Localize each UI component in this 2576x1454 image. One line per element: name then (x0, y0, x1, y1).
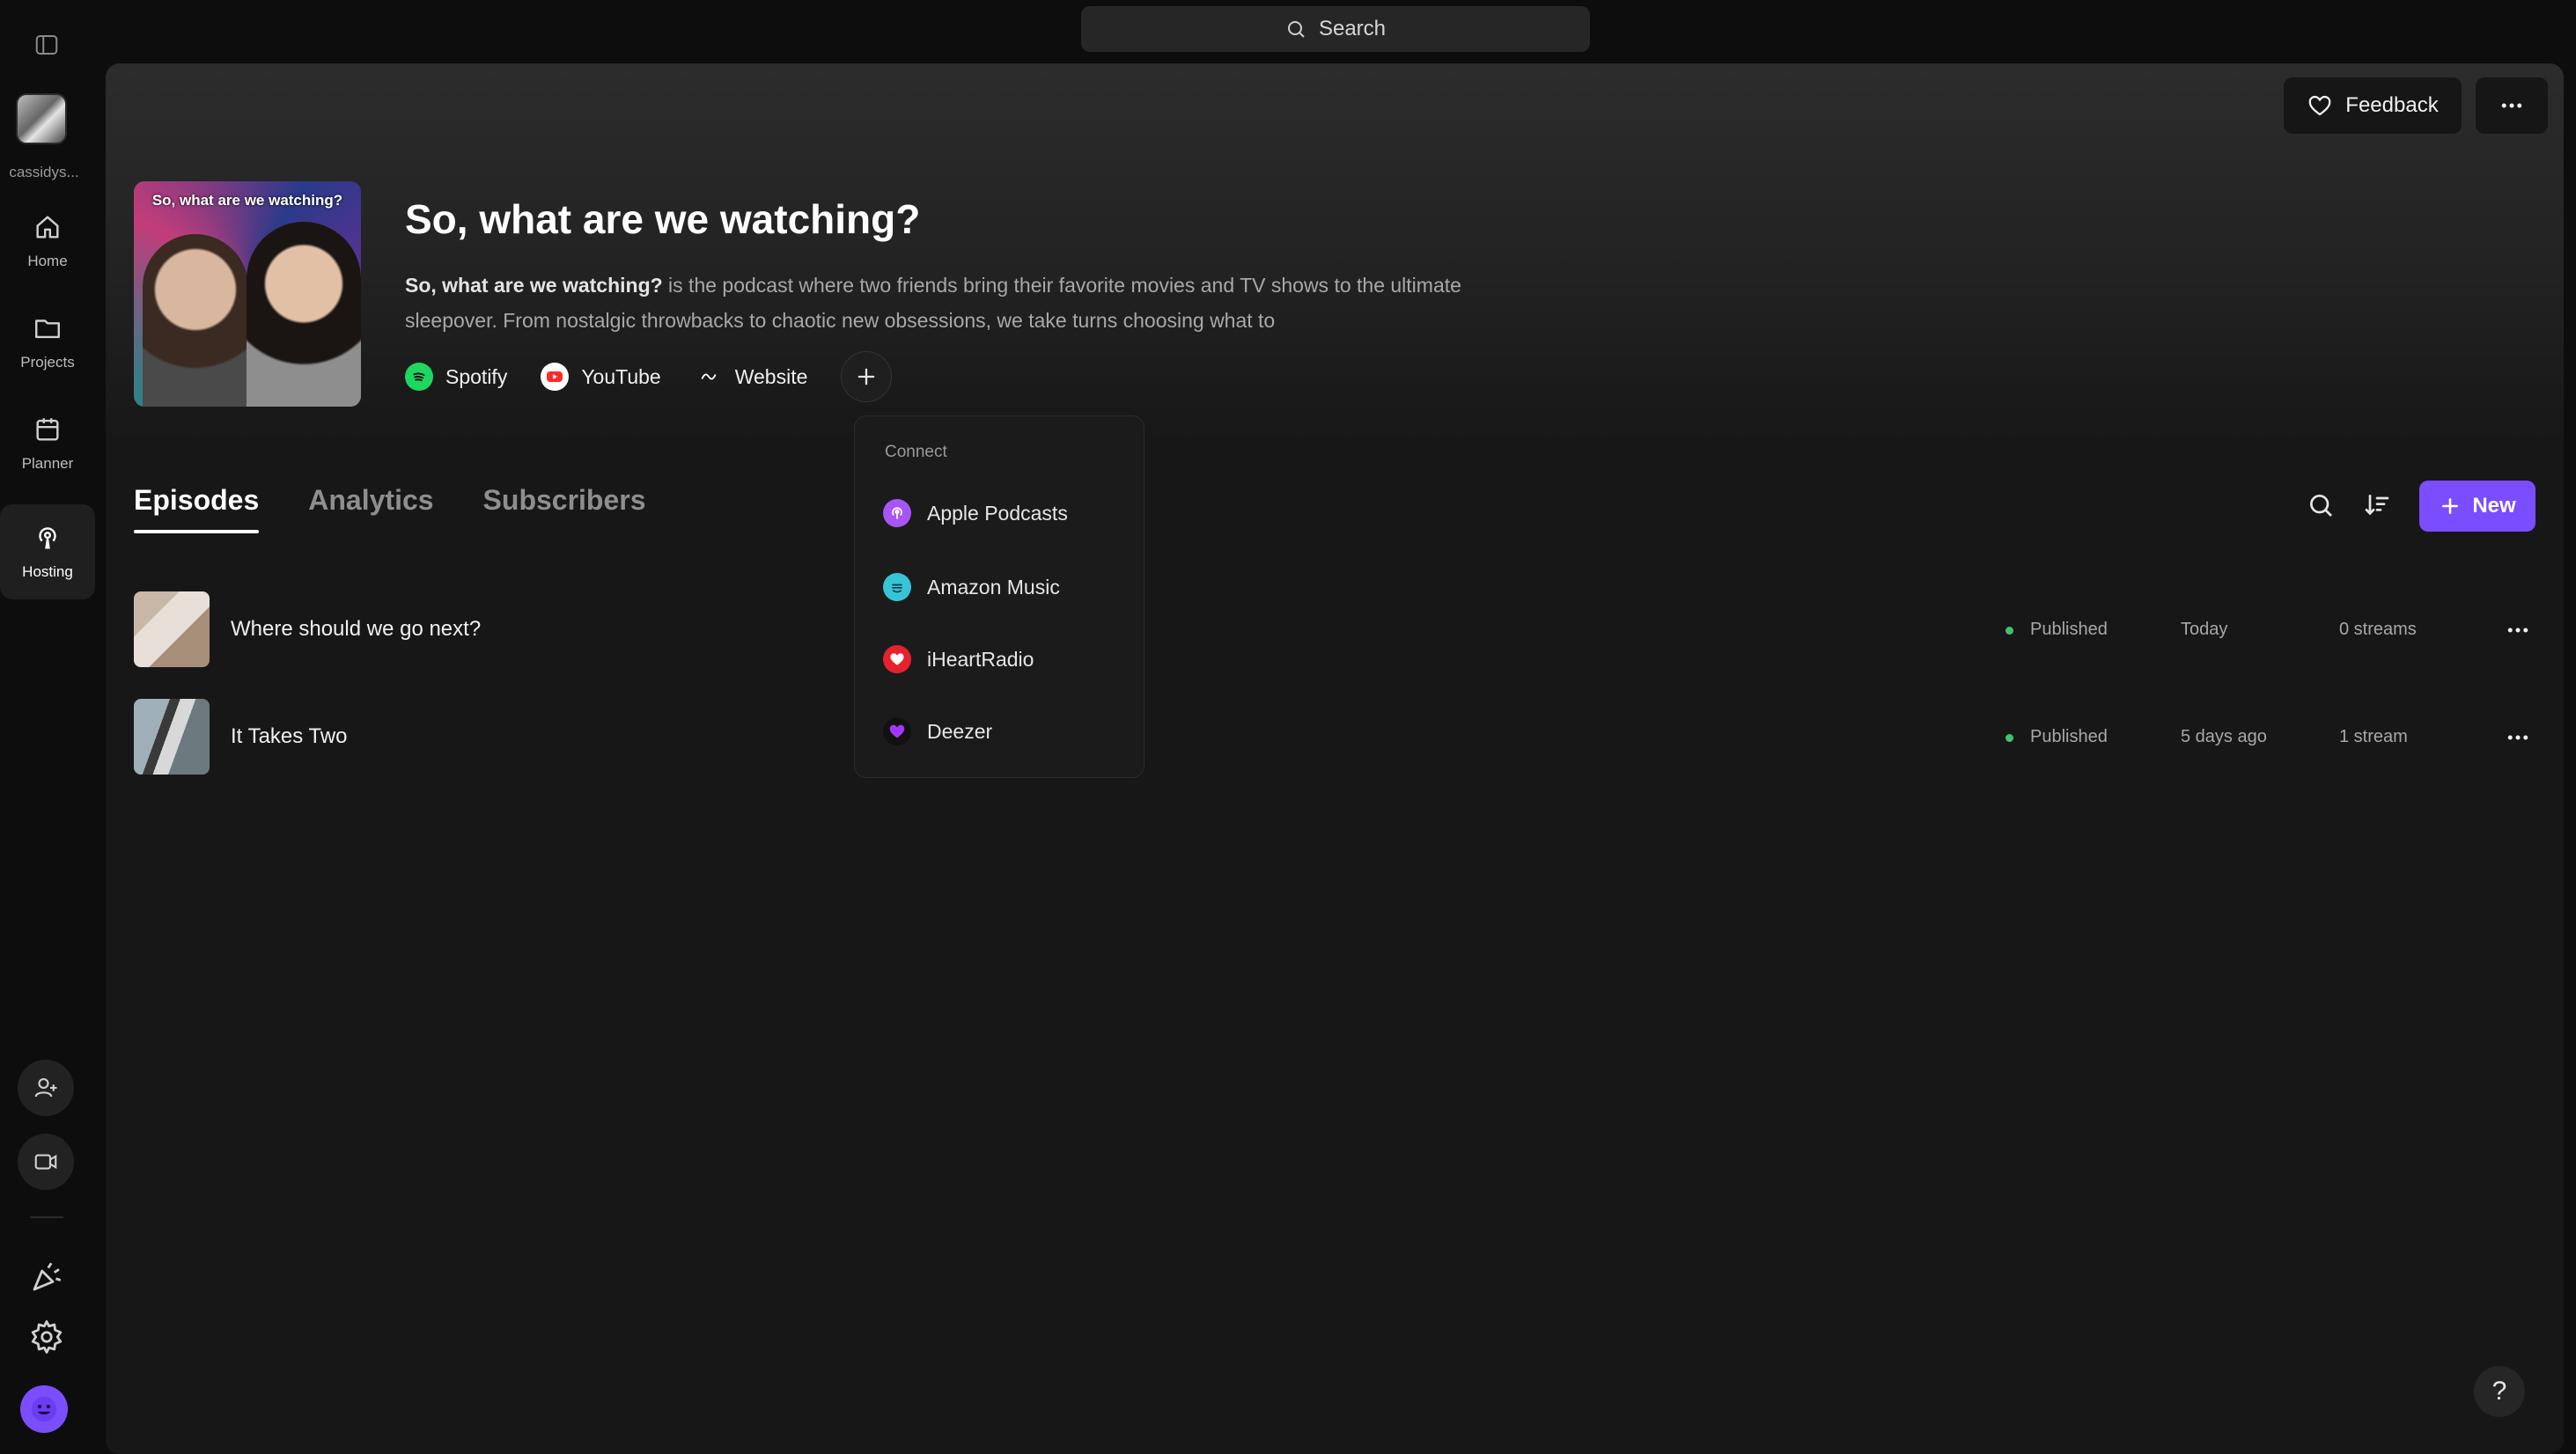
podcast-cover-art[interactable]: So, what are we watching? (134, 181, 361, 407)
amazon-music-icon (883, 573, 911, 601)
connect-deezer[interactable]: Deezer (883, 714, 992, 749)
workspace-avatar[interactable] (16, 93, 90, 158)
connect-dropdown: Connect Apple Podcasts Amazon Music iHea… (854, 415, 1144, 778)
show-description: So, what are we watching? is the podcast… (405, 268, 1497, 338)
calendar-icon (36, 418, 59, 441)
folder-icon (35, 319, 60, 339)
episode-date: Today (2181, 620, 2228, 639)
new-episode-button[interactable]: New (2419, 481, 2536, 532)
cover-person-right (247, 222, 361, 407)
episode-status: Published (2030, 727, 2108, 746)
tab-analytics[interactable]: Analytics (308, 475, 433, 544)
invite-user-button[interactable] (18, 1060, 74, 1116)
connect-item-label: iHeartRadio (927, 647, 1034, 671)
smiley-avatar-icon (31, 1396, 57, 1422)
link-label: Spotify (445, 364, 508, 388)
gear-icon[interactable] (28, 1318, 65, 1355)
connect-item-label: Apple Podcasts (927, 501, 1068, 525)
sidebar-item-label: Hosting (22, 563, 73, 580)
episode-search-button[interactable] (2300, 484, 2342, 526)
sidebar-item-projects[interactable]: Projects (0, 295, 95, 390)
connect-iheartradio[interactable]: iHeartRadio (883, 642, 1034, 677)
search-icon (1287, 21, 1305, 38)
connect-apple-podcasts[interactable]: Apple Podcasts (883, 496, 1068, 531)
more-horizontal-icon (2501, 103, 2522, 108)
episode-more-button[interactable] (2499, 611, 2537, 650)
sidebar-item-planner[interactable]: Planner (0, 396, 95, 491)
record-video-button[interactable] (18, 1134, 74, 1190)
connect-amazon-music[interactable]: Amazon Music (883, 569, 1060, 605)
tab-episodes[interactable]: Episodes (134, 475, 260, 544)
episode-thumbnail (134, 699, 210, 775)
youtube-icon (541, 363, 570, 391)
home-icon (36, 216, 59, 239)
more-horizontal-icon (2507, 628, 2528, 633)
episode-date: 5 days ago (2181, 727, 2267, 746)
tab-subscribers[interactable]: Subscribers (483, 475, 646, 544)
party-icon[interactable] (28, 1259, 65, 1296)
episode-status: Published (2030, 620, 2108, 639)
search-icon (2310, 495, 2332, 517)
episode-row[interactable]: Where should we go next? Published Today… (134, 591, 2546, 669)
more-horizontal-icon (2507, 735, 2528, 740)
cover-person-left (143, 234, 248, 407)
user-avatar[interactable] (20, 1385, 68, 1433)
website-icon (695, 363, 723, 391)
heart-icon (2308, 95, 2331, 116)
connect-item-label: Amazon Music (927, 575, 1060, 598)
sidebar-item-label: Planner (21, 455, 74, 472)
sidebar-username: cassidys... (9, 164, 79, 180)
episode-row[interactable]: It Takes Two Published 5 days ago 1 stre… (134, 699, 2546, 776)
sidebar-item-hosting[interactable]: Hosting (0, 504, 95, 599)
episode-thumbnail (134, 591, 210, 667)
iheartradio-icon (883, 645, 911, 673)
new-button-label: New (2472, 494, 2516, 518)
show-description-bold: So, what are we watching? (405, 274, 663, 297)
sort-icon (2365, 495, 2389, 516)
episode-streams: 0 streams (2339, 620, 2417, 639)
feedback-button[interactable]: Feedback (2284, 77, 2462, 134)
link-website[interactable]: Website (695, 363, 808, 391)
episode-streams: 1 stream (2339, 727, 2408, 746)
sidebar-item-label: Projects (20, 354, 75, 371)
episode-title: It Takes Two (231, 724, 348, 748)
sidebar-divider (30, 1216, 63, 1218)
plus-icon (2442, 498, 2459, 514)
main-panel: Feedback So, what are we watching? So, w… (106, 63, 2564, 1454)
episode-title: Where should we go next? (231, 617, 482, 641)
podcast-icon (39, 527, 56, 549)
sidebar-item-label: Home (27, 253, 68, 269)
platform-links: Spotify YouTube Website (405, 351, 893, 402)
add-platform-button[interactable] (841, 351, 893, 402)
workspace-avatar-image (16, 93, 67, 144)
link-label: YouTube (581, 364, 661, 388)
deezer-icon (883, 717, 911, 745)
dropdown-header: Connect (885, 443, 947, 461)
cover-title-text: So, what are we watching? (151, 192, 343, 209)
sidebar-toggle-icon[interactable] (33, 32, 60, 58)
connect-item-label: Deezer (927, 719, 993, 743)
spotify-icon (405, 363, 433, 391)
plus-icon (858, 368, 875, 386)
feedback-label: Feedback (2345, 93, 2439, 117)
episode-more-button[interactable] (2499, 718, 2537, 757)
status-dot (2006, 627, 2013, 635)
content-tabs: Episodes Analytics Subscribers (134, 475, 646, 544)
link-youtube[interactable]: YouTube (541, 363, 661, 391)
help-button[interactable]: ? (2474, 1366, 2525, 1417)
link-spotify[interactable]: Spotify (405, 363, 507, 391)
link-label: Website (734, 364, 808, 388)
video-icon (34, 1154, 57, 1170)
add-user-icon (34, 1077, 57, 1098)
global-search-button[interactable]: Search (1081, 6, 1590, 52)
more-options-button[interactable] (2476, 77, 2548, 134)
sidebar-item-home[interactable]: Home (0, 194, 95, 289)
page-title: So, what are we watching? (405, 196, 921, 242)
status-dot (2006, 734, 2013, 742)
apple-podcasts-icon (883, 499, 911, 527)
sidebar: cassidys... Home Projects Planner Hostin… (0, 0, 106, 1445)
search-label: Search (1318, 17, 1387, 40)
sort-button[interactable] (2356, 484, 2398, 526)
